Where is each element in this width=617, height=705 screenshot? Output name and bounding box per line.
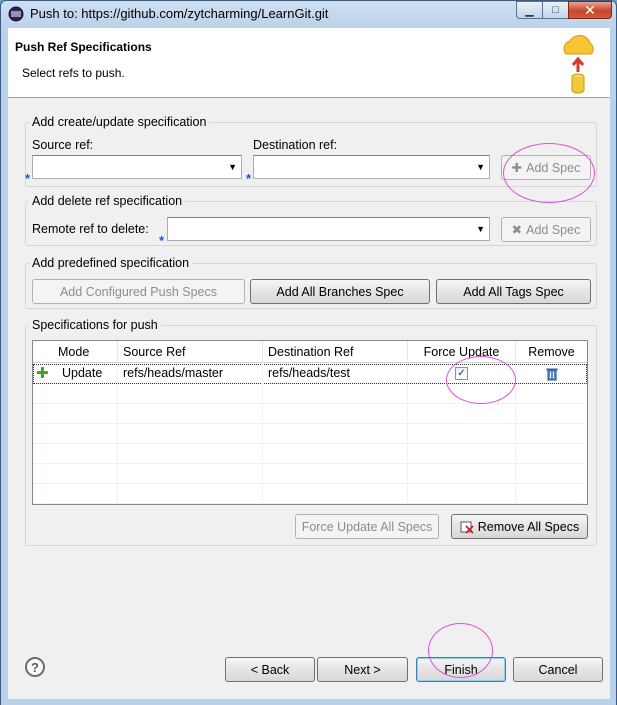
caption-buttons: ▁ □ ✕ bbox=[516, 1, 612, 20]
remove-all-specs-label: Remove All Specs bbox=[477, 519, 580, 534]
column-header-remove[interactable]: Remove bbox=[516, 341, 587, 363]
remote-ref-combo[interactable]: ▼ bbox=[167, 217, 490, 241]
add-all-branches-spec-button[interactable]: Add All Branches Spec bbox=[250, 279, 430, 304]
add-update-spec-label: Add Spec bbox=[526, 160, 581, 175]
remove-all-icon bbox=[460, 521, 474, 534]
cloud-upload-icon bbox=[563, 35, 594, 94]
trash-icon[interactable] bbox=[545, 367, 559, 381]
column-divider bbox=[117, 363, 118, 504]
page-description: Select refs to push. bbox=[22, 66, 125, 80]
source-ref-combo[interactable]: ▼ bbox=[32, 155, 242, 179]
predefined-spec-legend: Add predefined specification bbox=[32, 256, 190, 270]
remote-ref-label: Remote ref to delete: bbox=[32, 222, 149, 236]
column-divider bbox=[262, 363, 263, 504]
chevron-down-icon: ▼ bbox=[476, 162, 485, 172]
column-divider bbox=[515, 363, 516, 504]
dialog-window: Push to: https://github.com/zytcharming/… bbox=[0, 0, 617, 705]
help-icon[interactable]: ? bbox=[25, 657, 45, 677]
column-header-source-ref[interactable]: Source Ref bbox=[118, 341, 263, 363]
row-source-ref[interactable]: refs/heads/master bbox=[123, 364, 263, 384]
maximize-button[interactable]: □ bbox=[542, 1, 568, 19]
remote-required-marker: * bbox=[159, 233, 165, 248]
next-button[interactable]: Next > bbox=[317, 657, 408, 682]
delete-spec-legend: Add delete ref specification bbox=[32, 194, 183, 208]
x-icon: ✖ bbox=[511, 223, 523, 237]
destination-ref-combo[interactable]: ▼ bbox=[253, 155, 490, 179]
specs-table[interactable]: Mode Source Ref Destination Ref Force Up… bbox=[32, 340, 588, 505]
source-required-marker: * bbox=[25, 171, 31, 186]
finish-button[interactable]: Finish bbox=[416, 657, 506, 682]
window-frame-bottom bbox=[1, 699, 616, 705]
row-mode: Update bbox=[62, 366, 103, 380]
cancel-button[interactable]: Cancel bbox=[513, 657, 603, 682]
table-header: Mode Source Ref Destination Ref Force Up… bbox=[33, 341, 587, 363]
back-button[interactable]: < Back bbox=[225, 657, 315, 682]
add-update-spec-button[interactable]: ✚ Add Spec bbox=[501, 155, 591, 180]
plus-icon: ✚ bbox=[36, 365, 49, 382]
chevron-down-icon: ▼ bbox=[228, 162, 237, 172]
minimize-button[interactable]: ▁ bbox=[516, 1, 542, 19]
column-divider bbox=[407, 363, 408, 504]
chevron-down-icon: ▼ bbox=[476, 224, 485, 234]
force-update-all-specs-button[interactable]: Force Update All Specs bbox=[295, 514, 439, 539]
add-delete-spec-button[interactable]: ✖ Add Spec bbox=[501, 217, 591, 242]
add-all-tags-spec-button[interactable]: Add All Tags Spec bbox=[436, 279, 591, 304]
add-delete-spec-label: Add Spec bbox=[526, 222, 581, 237]
specs-legend: Specifications for push bbox=[32, 318, 158, 332]
destination-required-marker: * bbox=[246, 171, 252, 186]
wizard-header: Push Ref Specifications Select refs to p… bbox=[8, 28, 610, 98]
source-ref-label: Source ref: bbox=[32, 138, 94, 152]
force-update-checkbox[interactable]: ✓ bbox=[455, 367, 468, 380]
eclipse-icon bbox=[8, 6, 24, 22]
update-spec-legend: Add create/update specification bbox=[32, 115, 207, 129]
close-button[interactable]: ✕ bbox=[568, 1, 612, 19]
remove-all-specs-button[interactable]: Remove All Specs bbox=[451, 514, 588, 539]
window-title: Push to: https://github.com/zytcharming/… bbox=[30, 6, 329, 21]
plus-icon: ✚ bbox=[511, 161, 523, 175]
title-bar[interactable]: Push to: https://github.com/zytcharming/… bbox=[1, 1, 616, 27]
row-destination-ref[interactable]: refs/heads/test bbox=[268, 364, 408, 384]
column-header-mode[interactable]: Mode bbox=[33, 341, 118, 363]
dialog-body: Push Ref Specifications Select refs to p… bbox=[8, 28, 610, 699]
page-title: Push Ref Specifications bbox=[15, 40, 152, 54]
add-configured-push-specs-button[interactable]: Add Configured Push Specs bbox=[32, 279, 245, 304]
column-header-destination-ref[interactable]: Destination Ref bbox=[263, 341, 408, 363]
destination-ref-label: Destination ref: bbox=[253, 138, 338, 152]
column-header-force-update[interactable]: Force Update bbox=[408, 341, 516, 363]
